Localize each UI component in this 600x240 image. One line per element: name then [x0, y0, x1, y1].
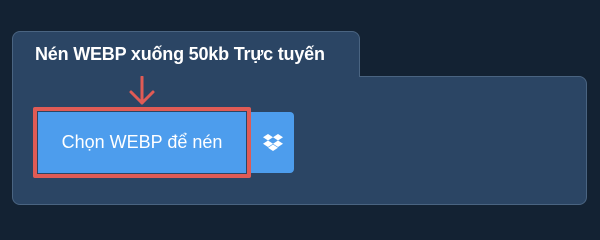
panel-seam [13, 74, 359, 78]
dropbox-icon [262, 133, 283, 151]
choose-webp-button[interactable]: Chọn WEBP để nén [38, 112, 246, 173]
dropbox-button[interactable] [251, 112, 294, 173]
down-arrow-icon [129, 76, 155, 105]
panel-title: Nén WEBP xuống 50kb Trực tuyến [35, 44, 325, 64]
